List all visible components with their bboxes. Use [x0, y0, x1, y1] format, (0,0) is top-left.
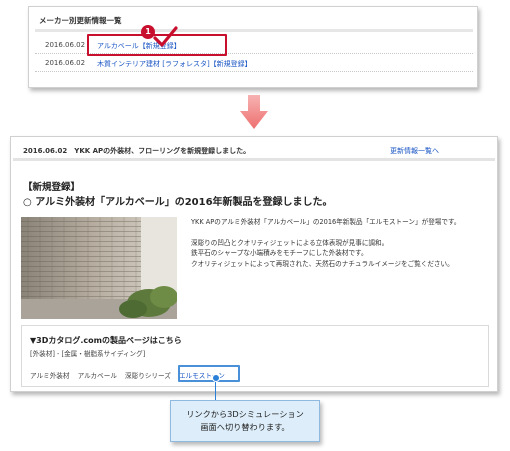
callout-connector [215, 381, 216, 400]
news-date: 2016.06.02 [45, 59, 86, 67]
callout-line: 画面へ切り替わります。 [200, 422, 290, 432]
update-list-link[interactable]: 更新情報一覧へ [390, 146, 439, 156]
callout-line: リンクから3Dシミュレーション [186, 409, 304, 419]
catalog-category: [外装材] - [金属・樹脂系サイディング] [30, 350, 146, 358]
catalog-title: ▼3Dカタログ.comの製品ページはこちら [30, 336, 182, 345]
product-description: YKK APのアルミ外装材「アルカベール」の2016年新製品「エルモストーン」が… [191, 217, 491, 269]
update-list-title: メーカー別更新情報一覧 [39, 16, 122, 25]
product-photo [21, 217, 177, 319]
breadcrumb-item[interactable]: アルミ外装材 [30, 372, 70, 380]
news-date: 2016.06.02 [45, 41, 86, 49]
news-detail-panel: 2016.06.02 YKK APの外装材、フローリングを新規登録しました。 更… [10, 136, 498, 392]
catalog-link-box: ▼3Dカタログ.comの製品ページはこちら [外装材] - [金属・樹脂系サイデ… [21, 325, 489, 387]
info-bar: 2016.06.02 YKK APの外装材、フローリングを新規登録しました。 更… [13, 141, 495, 161]
description-line: クオリティジェットによって再現された、天然石のナチュラルイメージをご覧ください。 [191, 259, 454, 268]
pointer-dot-icon [212, 374, 220, 382]
breadcrumb-item[interactable]: 深彫りシリーズ [125, 372, 171, 380]
new-registration-label: 【新規登録】 [23, 182, 81, 193]
checkmark-icon [153, 26, 178, 47]
description-line: 鉄平石のシャープな小端積みをモチーフにした外装材です。 [191, 249, 368, 257]
explanation-callout: リンクから3Dシミュレーション 画面へ切り替わります。 [170, 400, 320, 442]
page-title: ○ アルミ外装材「アルカベール」の2016年新製品を登録しました。 [23, 197, 333, 208]
divider [35, 29, 473, 32]
info-text: 2016.06.02 YKK APの外装材、フローリングを新規登録しました。 [23, 147, 251, 155]
link-focus-frame [178, 365, 240, 382]
down-arrow-icon [240, 95, 268, 129]
breadcrumb-item[interactable]: アルカベール [78, 372, 117, 380]
list-item: 2016.06.02 木質インテリア建材 [ラフォレスタ]【新規登録】 [35, 55, 473, 72]
description-line: YKK APのアルミ外装材「アルカベール」の2016年新製品「エルモストーン」が… [191, 218, 461, 226]
news-link[interactable]: 木質インテリア建材 [ラフォレスタ]【新規登録】 [97, 59, 252, 69]
description-line: 深彫りの凹凸とクオリティジェットによる立体表現が見事に調和。 [191, 238, 389, 247]
